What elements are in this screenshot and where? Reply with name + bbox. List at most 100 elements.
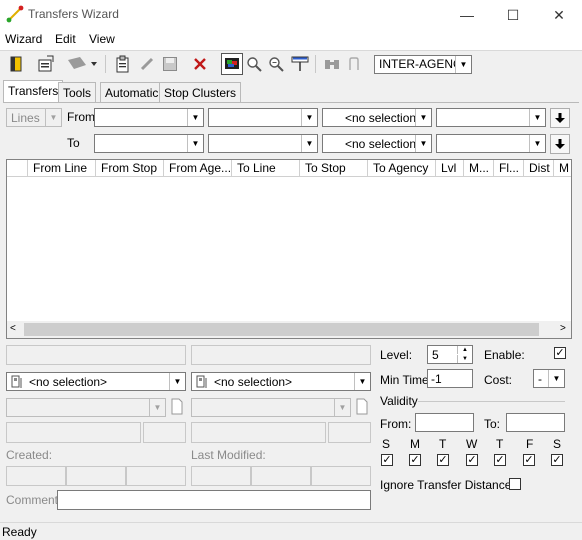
mode-select[interactable]: Lines ▼ (6, 108, 62, 127)
to-stop-selection[interactable]: <no selection> ▼ (191, 372, 371, 391)
day-label-fri: F (526, 437, 534, 451)
chevron-down-icon: ▼ (529, 109, 545, 126)
column-header[interactable]: M... (464, 160, 494, 177)
modified-field (251, 466, 311, 486)
from-extra-select[interactable]: ▼ (436, 108, 546, 127)
column-header[interactable]: Fl... (494, 160, 524, 177)
tab-transfers[interactable]: Transfers (3, 80, 64, 103)
from-document-icon[interactable] (170, 398, 186, 416)
day-checkbox-tue[interactable]: ✓ (437, 454, 449, 466)
level-stepper[interactable]: 5 ▲ ▼ (427, 345, 473, 364)
maximize-button[interactable]: ☐ (490, 0, 536, 30)
column-header[interactable]: To Stop (300, 160, 368, 177)
column-header[interactable]: From Stop (96, 160, 164, 177)
min-time-input[interactable]: -1 (427, 369, 473, 388)
mode-select-value: Lines (11, 111, 40, 125)
enable-checkbox[interactable]: ✓ (554, 347, 566, 359)
comment-input[interactable] (57, 490, 371, 510)
created-label: Created: (6, 448, 53, 462)
from-stop-select[interactable]: ▼ (208, 108, 318, 127)
to-extra-select[interactable]: ▼ (436, 134, 546, 153)
properties-icon[interactable] (35, 53, 57, 75)
scroll-right-icon[interactable]: > (560, 323, 566, 334)
to-line-select[interactable]: ▼ (94, 134, 204, 153)
to-route-select[interactable]: ▼ (191, 398, 351, 417)
chevron-down-icon: ▼ (301, 135, 317, 152)
day-label-thu: T (496, 437, 504, 451)
close-button[interactable]: ✕ (536, 0, 582, 30)
scrollbar-thumb[interactable] (24, 323, 539, 336)
day-checkbox-mon[interactable]: ✓ (409, 454, 421, 466)
from-agency-select[interactable]: <no selection> ▼ (322, 108, 432, 127)
to-document-icon[interactable] (355, 398, 371, 416)
copy-disabled-icon[interactable] (343, 53, 365, 75)
delete-icon[interactable] (189, 53, 211, 75)
validity-divider (418, 401, 565, 402)
check-icon: ✓ (524, 453, 534, 466)
layers-dropdown-icon[interactable] (64, 53, 100, 75)
binoculars-icon[interactable] (321, 53, 343, 75)
tab-tools[interactable]: Tools (58, 82, 97, 102)
cost-select[interactable]: - ▼ (533, 369, 565, 388)
validity-to-input[interactable] (506, 413, 565, 432)
map-view-icon[interactable] (221, 53, 243, 75)
stepper-up-icon[interactable]: ▲ (457, 346, 472, 354)
menu-view[interactable]: View (89, 32, 115, 46)
zoom-out-icon[interactable] (265, 53, 287, 75)
from-apply-button[interactable] (550, 108, 570, 128)
day-checkbox-sun[interactable]: ✓ (381, 454, 393, 466)
check-icon: ✓ (438, 453, 448, 466)
tab-stop-clusters[interactable]: Stop Clusters (159, 82, 242, 102)
day-checkbox-thu[interactable]: ✓ (494, 454, 506, 466)
edit-pencil-icon[interactable] (136, 53, 158, 75)
last-modified-label: Last Modified: (191, 448, 266, 462)
zoom-in-icon[interactable] (243, 53, 265, 75)
chevron-down-icon: ▼ (415, 135, 431, 152)
column-header[interactable]: To Agency (368, 160, 436, 177)
level-value: 5 (432, 348, 439, 362)
open-icon[interactable] (5, 53, 27, 75)
to-agency-select[interactable]: <no selection> ▼ (322, 134, 432, 153)
column-header[interactable]: M (554, 160, 571, 177)
to-info-field (328, 422, 371, 443)
menu-wizard[interactable]: Wizard (5, 32, 42, 46)
to-stop-select[interactable]: ▼ (208, 134, 318, 153)
day-label-tue: T (439, 437, 447, 451)
chevron-down-icon: ▼ (45, 109, 61, 126)
from-line-select[interactable]: ▼ (94, 108, 204, 127)
column-header[interactable]: To Line (232, 160, 300, 177)
to-agency-value: <no selection> (345, 137, 424, 151)
day-checkbox-wed[interactable]: ✓ (466, 454, 478, 466)
minimize-button[interactable]: — (444, 0, 490, 30)
tab-automatic[interactable]: Automatic (100, 82, 164, 102)
day-checkbox-fri[interactable]: ✓ (523, 454, 535, 466)
stop-icon (11, 375, 22, 388)
transfers-grid[interactable] (6, 159, 572, 339)
ruler-icon[interactable] (289, 53, 311, 75)
column-header[interactable]: From Age... (164, 160, 232, 177)
paste-icon[interactable] (112, 53, 134, 75)
column-header[interactable]: Lvl (436, 160, 464, 177)
chevron-down-icon: ▼ (169, 373, 185, 390)
validity-from-input[interactable] (415, 413, 474, 432)
scroll-left-icon[interactable]: < (10, 323, 16, 334)
column-header[interactable]: Dist (524, 160, 554, 177)
ignore-distance-label: Ignore Transfer Distance: (380, 478, 515, 492)
check-icon: ✓ (410, 453, 420, 466)
enable-label: Enable: (484, 348, 525, 362)
cost-value: - (538, 372, 542, 386)
menu-edit[interactable]: Edit (55, 32, 76, 46)
from-route-select[interactable]: ▼ (6, 398, 166, 417)
status-bar (0, 522, 582, 540)
to-apply-button[interactable] (550, 134, 570, 154)
ignore-distance-checkbox[interactable] (509, 478, 521, 490)
chevron-down-icon: ▼ (455, 56, 471, 73)
menu-bar (0, 30, 582, 50)
from-stop-selection[interactable]: <no selection> ▼ (6, 372, 186, 391)
agency-select[interactable]: INTER-AGENCY ▼ (374, 55, 472, 74)
save-icon[interactable] (159, 53, 181, 75)
day-checkbox-sat[interactable]: ✓ (551, 454, 563, 466)
stepper-down-icon[interactable]: ▼ (457, 355, 472, 363)
column-header[interactable]: From Line (28, 160, 96, 177)
day-label-wed: W (466, 437, 478, 451)
